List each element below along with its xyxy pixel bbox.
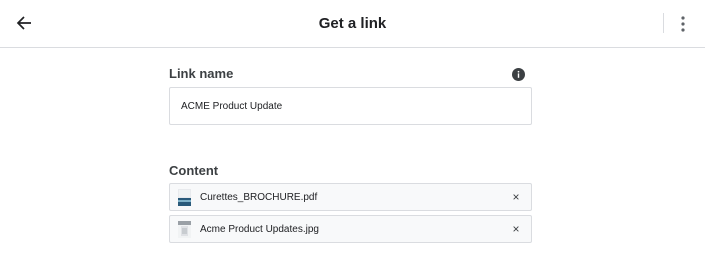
page-title: Get a link [318,15,387,32]
top-bar: Get a link [0,0,705,48]
file-row-pdf[interactable]: Curettes_BROCHURE.pdf × [169,183,532,211]
more-options-button[interactable] [673,11,693,37]
link-name-label: Link name [169,66,234,81]
info-icon[interactable] [512,68,525,81]
content-label: Content [169,163,219,178]
file-name: Acme Product Updates.jpg [200,223,319,235]
link-name-input[interactable] [169,87,532,125]
image-thumbnail-icon [178,220,191,238]
file-row-jpg[interactable]: Acme Product Updates.jpg × [169,215,532,243]
remove-file-button[interactable]: × [510,223,522,235]
header-divider [663,13,664,33]
file-name: Curettes_BROCHURE.pdf [200,191,318,203]
pdf-thumbnail-icon [178,188,191,206]
remove-file-button[interactable]: × [510,191,522,203]
more-vertical-icon [681,16,685,32]
